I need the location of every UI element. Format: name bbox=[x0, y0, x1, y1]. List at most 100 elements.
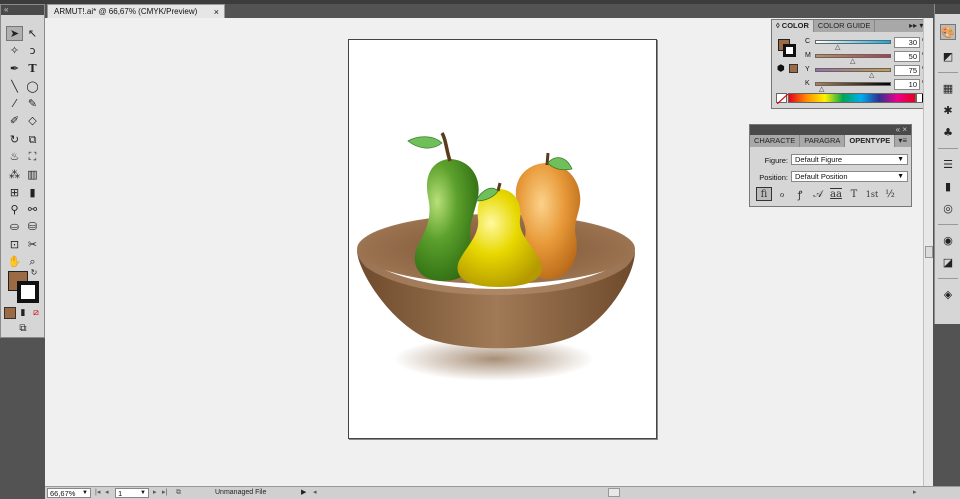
live-paint-selection-tool-icon[interactable]: ⛁ bbox=[24, 219, 41, 234]
tab-opentype[interactable]: OPENTYPE bbox=[845, 135, 896, 147]
gradient-mode-icon[interactable]: ▮ bbox=[17, 307, 29, 319]
eraser-tool-icon[interactable]: ◇ bbox=[24, 113, 41, 128]
file-status-label: Unmanaged File bbox=[215, 489, 267, 496]
ordinals-button[interactable]: 1st bbox=[864, 187, 880, 201]
blend-tool-icon[interactable]: ⚯ bbox=[24, 202, 41, 217]
discretionary-ligatures-button[interactable]: ꝭ bbox=[792, 187, 808, 201]
horizontal-scroll-thumb[interactable] bbox=[608, 488, 620, 497]
type-tool-icon[interactable]: T bbox=[24, 61, 41, 76]
previous-artboard-icon[interactable]: ◂ bbox=[105, 488, 109, 498]
k-slider-thumb[interactable]: △ bbox=[819, 85, 824, 93]
k-value-input[interactable]: 10 bbox=[894, 79, 920, 90]
layers-icon[interactable]: ◈ bbox=[940, 286, 956, 302]
direct-selection-tool-icon[interactable]: ↖ bbox=[24, 26, 41, 41]
yellow-pear-stem bbox=[496, 182, 502, 192]
none-mode-icon[interactable]: ⧄ bbox=[30, 307, 42, 319]
document-tab-title: ARMUT!.ai* @ 66,67% (CMYK/Preview) bbox=[54, 7, 198, 16]
last-artboard-icon[interactable]: ▸| bbox=[162, 488, 167, 498]
stroke-swatch[interactable] bbox=[17, 281, 39, 303]
appearance-icon[interactable]: ◉ bbox=[940, 232, 956, 248]
scroll-left-icon[interactable]: ◂ bbox=[313, 488, 317, 498]
hand-tool-icon[interactable]: ✋ bbox=[6, 254, 23, 269]
artboard-number-select[interactable]: 1 ▼ bbox=[115, 488, 149, 498]
contextual-alternates-button[interactable]: ℴ bbox=[774, 187, 790, 201]
c-slider[interactable] bbox=[815, 40, 891, 44]
live-paint-tool-icon[interactable]: ⛀ bbox=[6, 219, 23, 234]
tab-color[interactable]: ◊ COLOR bbox=[772, 20, 814, 32]
selection-tool-icon[interactable]: ➤ bbox=[6, 26, 23, 41]
pencil-tool-icon[interactable]: ✎ bbox=[24, 96, 41, 111]
y-slider-thumb[interactable]: △ bbox=[869, 71, 874, 79]
warp-tool-icon[interactable]: ♨ bbox=[6, 149, 23, 164]
paintbrush-tool-icon[interactable]: ⁄ bbox=[6, 96, 23, 111]
scale-tool-icon[interactable]: ⧉ bbox=[24, 132, 41, 147]
opentype-panel-menu-icon[interactable]: ▾≡ bbox=[898, 135, 911, 147]
document-tab[interactable]: ARMUT!.ai* @ 66,67% (CMYK/Preview) × bbox=[47, 4, 225, 18]
titling-alternates-button[interactable]: T bbox=[846, 187, 862, 201]
swatches-icon[interactable]: ▦ bbox=[940, 80, 956, 96]
first-artboard-icon[interactable]: |◂ bbox=[95, 488, 100, 498]
color-panel: ◊ COLOR COLOR GUIDE ▸▸ ▾≡ ⬢ C △ 30 % M △… bbox=[771, 19, 933, 109]
color-panel-icon[interactable]: 🎨 bbox=[940, 24, 956, 40]
slice-tool-icon[interactable]: ✂ bbox=[24, 237, 41, 252]
zoom-select[interactable]: 66,67% ▼ bbox=[47, 488, 91, 498]
y-slider[interactable] bbox=[815, 68, 891, 72]
vertical-scrollbar[interactable] bbox=[923, 18, 933, 486]
brushes-icon[interactable]: ✱ bbox=[940, 102, 956, 118]
close-tab-icon[interactable]: × bbox=[214, 7, 219, 17]
artwork[interactable] bbox=[348, 39, 657, 439]
y-value-input[interactable]: 75 bbox=[894, 65, 920, 76]
gradient-tool-icon[interactable]: ▮ bbox=[24, 185, 41, 200]
blob-brush-tool-icon[interactable]: ✐ bbox=[6, 113, 23, 128]
graph-tool-icon[interactable]: ▥ bbox=[24, 167, 41, 182]
lasso-tool-icon[interactable]: ↄ bbox=[24, 43, 41, 58]
tools-panel-grip[interactable]: « bbox=[1, 5, 44, 15]
free-transform-tool-icon[interactable]: ⛶ bbox=[24, 149, 41, 164]
magic-wand-tool-icon[interactable]: ✧ bbox=[6, 43, 23, 58]
tools-panel: « ➤ ↖ ✧ ↄ ✒ T ╲ ◯ ⁄ ✎ ✐ ◇ ↻ ⧉ ♨ ⛶ ⁂ ▥ ⊞ … bbox=[0, 4, 45, 338]
screen-mode-icon[interactable]: ⧉ bbox=[14, 321, 32, 335]
m-slider-thumb[interactable]: △ bbox=[850, 57, 855, 65]
channel-row-k: K △ 10 % bbox=[772, 79, 932, 93]
none-color-swatch[interactable] bbox=[776, 93, 789, 105]
tab-color-guide[interactable]: COLOR GUIDE bbox=[814, 20, 876, 32]
figure-row: Figure: Default Figure ▼ bbox=[754, 154, 908, 166]
color-guide-icon[interactable]: ◩ bbox=[940, 48, 956, 64]
position-select[interactable]: Default Position ▼ bbox=[791, 171, 908, 182]
status-menu-arrow-icon[interactable]: ▶ bbox=[301, 488, 306, 498]
transparency-icon[interactable]: ◎ bbox=[940, 200, 956, 216]
m-value-input[interactable]: 50 bbox=[894, 51, 920, 62]
right-dock-grip[interactable] bbox=[935, 4, 960, 14]
ellipse-tool-icon[interactable]: ◯ bbox=[24, 79, 41, 94]
gradient-icon[interactable]: ▮ bbox=[940, 178, 956, 194]
symbol-sprayer-tool-icon[interactable]: ⁂ bbox=[6, 167, 23, 182]
mesh-tool-icon[interactable]: ⊞ bbox=[6, 185, 23, 200]
swash-button[interactable]: 𝒜 bbox=[810, 187, 826, 201]
document-status-icon[interactable]: ⧉ bbox=[176, 488, 181, 498]
tab-character[interactable]: CHARACTE bbox=[750, 135, 801, 147]
vertical-scroll-thumb[interactable] bbox=[925, 246, 933, 258]
stroke-icon[interactable]: ☰ bbox=[940, 156, 956, 172]
k-slider[interactable] bbox=[815, 82, 891, 86]
line-tool-icon[interactable]: ╲ bbox=[6, 79, 23, 94]
color-spectrum[interactable] bbox=[788, 93, 916, 103]
ligatures-button[interactable]: fi bbox=[756, 187, 772, 201]
color-mode-icon[interactable] bbox=[4, 307, 16, 319]
tab-paragraph[interactable]: PARAGRA bbox=[800, 135, 846, 147]
c-slider-thumb[interactable]: △ bbox=[835, 43, 840, 51]
position-row: Position: Default Position ▼ bbox=[754, 171, 908, 183]
opentype-panel-grip[interactable]: « × bbox=[750, 125, 911, 135]
swap-fill-stroke-icon[interactable]: ↻ bbox=[29, 267, 39, 277]
symbols-icon[interactable]: ♣ bbox=[940, 124, 956, 140]
rotate-tool-icon[interactable]: ↻ bbox=[6, 132, 23, 147]
eyedropper-tool-icon[interactable]: ⚲ bbox=[6, 202, 23, 217]
c-value-input[interactable]: 30 bbox=[894, 37, 920, 48]
fractions-button[interactable]: ½ bbox=[882, 187, 898, 201]
figure-select[interactable]: Default Figure ▼ bbox=[791, 154, 908, 165]
next-artboard-icon[interactable]: ▸ bbox=[153, 488, 157, 498]
pen-tool-icon[interactable]: ✒ bbox=[6, 61, 23, 76]
stylistic-alternates-button[interactable]: aa bbox=[828, 187, 844, 201]
graphic-styles-icon[interactable]: ◪ bbox=[940, 254, 956, 270]
artboard-tool-icon[interactable]: ⊡ bbox=[6, 237, 23, 252]
scroll-right-icon[interactable]: ▸ bbox=[913, 488, 917, 498]
